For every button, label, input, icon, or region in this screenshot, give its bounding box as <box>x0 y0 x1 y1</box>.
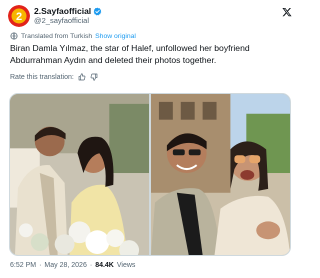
media-grid <box>9 93 291 256</box>
x-logo-icon[interactable] <box>282 7 292 17</box>
author-handle[interactable]: @2_sayfaofficial <box>34 16 89 25</box>
brand-logo-icon: 2 <box>8 5 30 27</box>
tweet-text: Biran Damla Yılmaz, the star of Halef, u… <box>10 43 250 65</box>
tweet-card: 2 2.Sayfaofficial @2_sayfaofficial Trans… <box>0 0 300 278</box>
tweet-meta: 6:52 PM · May 28, 2026 · 84.4K Views <box>10 262 135 269</box>
meta-separator: · <box>89 262 93 269</box>
photo-couple-garden-image <box>10 94 149 255</box>
meta-separator: · <box>39 262 42 269</box>
rate-translation: Rate this translation: <box>10 73 98 81</box>
thumbs-down-icon[interactable] <box>90 73 98 81</box>
show-original-link[interactable]: Show original <box>95 33 136 40</box>
photo-couple-selfie-image <box>151 94 290 255</box>
avatar[interactable]: 2 <box>8 5 30 27</box>
globe-icon <box>10 32 18 40</box>
views-count: 84.4K <box>95 262 114 269</box>
translation-notice: Translated from Turkish Show original <box>10 32 136 40</box>
thumbs-up-icon[interactable] <box>78 73 86 81</box>
verified-badge-icon <box>93 7 102 15</box>
avatar-letter: 2 <box>16 11 22 23</box>
tweet-date[interactable]: May 28, 2026 <box>44 262 86 269</box>
photo-couple-garden[interactable] <box>10 94 149 255</box>
tweet-time[interactable]: 6:52 PM <box>10 262 36 269</box>
views-label: Views <box>116 262 136 269</box>
display-name[interactable]: 2.Sayfaofficial <box>34 6 91 16</box>
photo-couple-selfie[interactable] <box>151 94 290 255</box>
rate-translation-label: Rate this translation: <box>10 73 74 81</box>
translated-label: Translated from Turkish <box>21 32 93 40</box>
